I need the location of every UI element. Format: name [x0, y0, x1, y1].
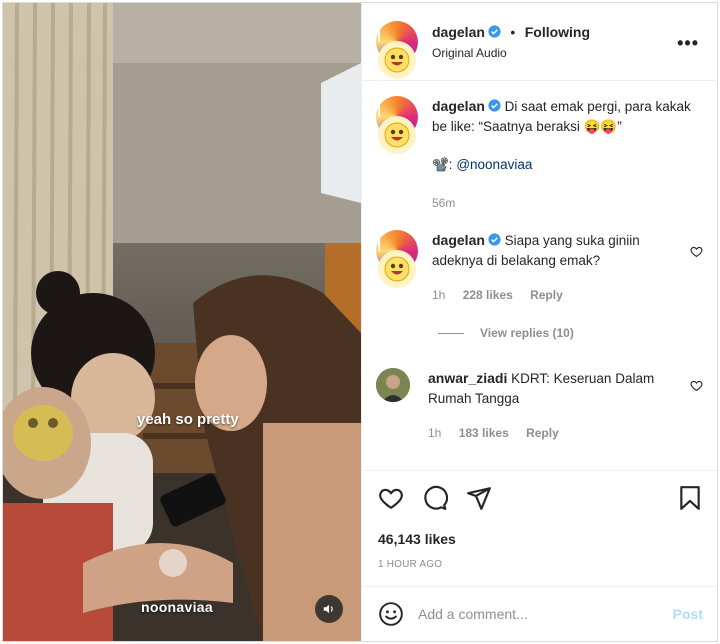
author-username[interactable]: dagelan: [432, 24, 485, 40]
comment-likes-count[interactable]: 183 likes: [459, 426, 509, 440]
verified-badge-icon: [488, 99, 501, 112]
comment-likes-count[interactable]: 228 likes: [463, 288, 513, 302]
comment-author-avatar[interactable]: [376, 368, 410, 402]
video-caption: yeah so pretty: [137, 411, 239, 428]
credit-mention-link[interactable]: @noonaviaa: [456, 157, 532, 172]
video-frame-illustration: [3, 3, 361, 641]
post-timestamp[interactable]: 1 HOUR AGO: [378, 559, 442, 570]
comment-timestamp[interactable]: 1h: [432, 288, 445, 302]
separator-dot: •: [510, 23, 516, 40]
reply-button[interactable]: Reply: [530, 288, 563, 302]
comment-username[interactable]: dagelan: [432, 232, 485, 248]
comment-timestamp[interactable]: 1h: [428, 426, 441, 440]
mute-button[interactable]: [315, 595, 343, 623]
comment-like-heart-icon[interactable]: [690, 245, 703, 258]
view-replies-button[interactable]: View replies (10): [438, 326, 574, 340]
heart-icon: [379, 488, 403, 510]
share-icon: [467, 487, 491, 510]
emoji-picker-button[interactable]: [378, 601, 404, 627]
author-avatar[interactable]: [376, 20, 418, 98]
likes-count[interactable]: 46,143 likes: [378, 531, 456, 547]
user-photo-icon: [376, 368, 410, 402]
share-button[interactable]: [466, 485, 492, 511]
film-projector-icon: 📽️:: [432, 157, 453, 172]
like-button[interactable]: [378, 485, 404, 511]
caption-username[interactable]: dagelan: [432, 98, 485, 114]
comments-list: dagelan Di saat emak pergi, para kakak b…: [362, 82, 717, 470]
speaker-icon: [323, 604, 333, 614]
post-comment-button[interactable]: Post: [673, 606, 703, 622]
video-watermark: noonaviaa: [141, 599, 213, 615]
audio-link[interactable]: Original Audio: [432, 46, 590, 60]
comment-input[interactable]: [418, 606, 658, 622]
replies-divider: [438, 332, 464, 334]
bookmark-icon: [680, 486, 700, 510]
emoji-icon: [379, 602, 403, 626]
more-options-button[interactable]: •••: [677, 33, 699, 54]
dagelan-logo-icon: [384, 122, 410, 148]
comment-icon: [424, 485, 449, 510]
comment-like-heart-icon[interactable]: [690, 379, 703, 392]
following-button[interactable]: Following: [525, 24, 590, 40]
comment-button[interactable]: [422, 485, 449, 511]
view-replies-label: View replies (10): [480, 326, 574, 340]
verified-badge-icon: [488, 24, 501, 38]
comment-item: anwar_ziadi KDRT: Keseruan Dalam Rumah T…: [376, 368, 688, 443]
comment-item: dagelan Siapa yang suka giniin adeknya d…: [376, 230, 692, 307]
comment-username[interactable]: anwar_ziadi: [428, 370, 507, 386]
reply-button[interactable]: Reply: [526, 426, 559, 440]
caption-timestamp[interactable]: 56m: [432, 196, 455, 210]
post-details-panel: dagelan • Following Original Audio ••• d…: [361, 3, 717, 641]
comment-author-avatar[interactable]: [376, 230, 418, 307]
post-modal: yeah so pretty noonaviaa dagelan • Follo…: [2, 2, 718, 642]
post-actions: 46,143 likes 1 HOUR AGO: [362, 470, 717, 586]
comment-composer: Post: [362, 586, 717, 641]
reel-video[interactable]: yeah so pretty noonaviaa: [3, 3, 361, 641]
post-caption: dagelan Di saat emak pergi, para kakak b…: [376, 96, 692, 213]
dagelan-logo-icon: [384, 47, 410, 72]
verified-badge-icon: [488, 233, 501, 246]
post-header: dagelan • Following Original Audio •••: [362, 3, 717, 98]
dagelan-logo-icon: [384, 256, 410, 282]
caption-author-avatar[interactable]: [376, 96, 418, 173]
save-button[interactable]: [677, 485, 703, 511]
